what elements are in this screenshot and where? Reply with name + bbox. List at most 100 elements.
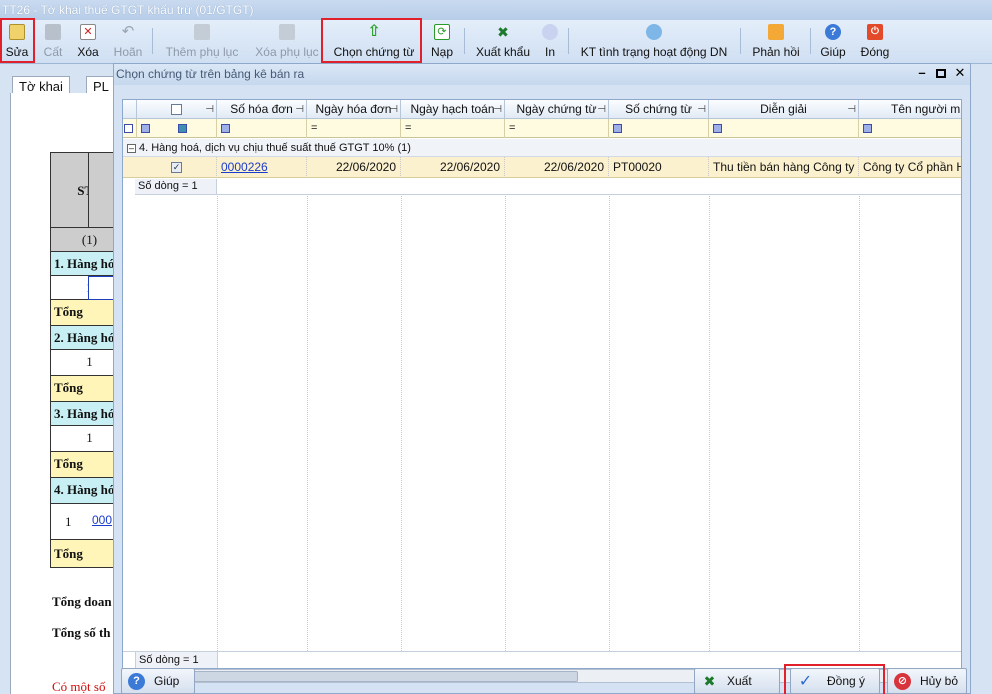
pin-icon[interactable]: ⊣ [847,100,856,118]
export-button[interactable]: ✖ Xuất khẩu [474,20,532,62]
group-row[interactable]: –4. Hàng hoá, dịch vụ chịu thuế suất thu… [123,139,961,157]
dialog-window-controls: – ✕ [916,66,966,80]
dialog-export-button[interactable]: ✖ Xuất khẩu [694,668,780,694]
filter-operator-icon[interactable] [178,123,187,133]
dialog-title-bar: Chọn chứng từ trên bảng kê bán ra – ✕ [114,64,970,85]
toolbar-separator [152,28,153,54]
remove-appendix-button[interactable]: Xóa phụ lục [252,20,322,62]
cell-description: Thu tiền bán hàng Công ty [709,157,859,178]
delete-icon: ✕ [80,24,96,40]
pin-icon[interactable]: ⊣ [295,100,304,118]
minimize-icon[interactable]: – [916,66,928,80]
filter-operator-icon[interactable] [863,123,872,133]
filter-description[interactable] [709,119,859,138]
grid-line [307,196,308,651]
filter-select[interactable] [137,119,217,138]
column-header-buyer[interactable]: Tên người mua [859,100,961,119]
undo-button[interactable]: ↶ Hoãn [110,20,146,62]
close-icon[interactable]: ✕ [954,66,966,80]
filter-buyer[interactable] [859,119,961,138]
cell-posting-date: 22/06/2020 [401,157,505,178]
column-header-invoice-no[interactable]: Số hóa đơn ⊣ [217,100,307,119]
reload-button[interactable]: ⟳ Nạp [428,20,456,62]
toolbar-separator [568,28,569,54]
check-status-button[interactable]: KT tình trạng hoạt động DN [578,20,730,62]
add-appendix-icon [194,24,210,40]
row-checkbox-cell[interactable]: ✓ [137,157,217,178]
window-title-bar: TT26 - Tờ khai thuế GTGT khấu trừ (01/GT… [0,0,992,20]
feedback-button[interactable]: Phản hồi [750,20,802,62]
grid-line [859,196,860,651]
print-button[interactable]: In [538,20,562,62]
warning-note: Có một số [52,679,106,694]
filter-row: = = = [123,119,961,138]
filter-invoice-no[interactable] [217,119,307,138]
pin-icon[interactable]: ⊣ [493,100,502,118]
toolbar-separator [464,28,465,54]
pin-icon[interactable]: ⊣ [389,100,398,118]
collapse-icon[interactable]: – [127,143,136,153]
close-app-button[interactable]: ⏻ Đóng [858,20,892,62]
column-header-posting-date[interactable]: Ngày hạch toán ⊣ [401,100,505,119]
scrollbar-thumb[interactable] [142,671,578,682]
save-icon [45,24,61,40]
filter-operator-icon[interactable] [713,123,722,133]
filter-operator-icon[interactable] [613,123,622,133]
filter-invoice-date[interactable]: = [307,119,401,138]
grid-line [609,196,610,651]
power-icon: ⏻ [867,24,883,40]
window-title: TT26 - Tờ khai thuế GTGT khấu trừ (01/GT… [2,3,254,17]
cancel-icon: ⊘ [894,673,911,690]
dialog-help-button[interactable]: ? Giúp [121,668,195,694]
toolbar-separator [810,28,811,54]
mail-icon [768,24,784,40]
undo-icon: ↶ [121,23,135,40]
column-header-voucher-date[interactable]: Ngày chứng từ ⊣ [505,100,609,119]
filter-posting-date[interactable]: = [401,119,505,138]
filter-operator-icon[interactable] [141,123,150,133]
column-header-voucher-no[interactable]: Số chứng từ ⊣ [609,100,709,119]
toolbar-separator [740,28,741,54]
save-button[interactable]: Cất [40,20,66,62]
cell-invoice-no[interactable]: 0000226 [217,157,307,178]
help-button[interactable]: ? Giúp [818,20,848,62]
pin-icon[interactable]: ⊣ [697,100,706,118]
grid-line [709,196,710,651]
cancel-button[interactable]: ⊘ Hủy bỏ [887,668,967,694]
filter-voucher-date[interactable]: = [505,119,609,138]
pin-icon[interactable]: ⊣ [205,100,214,118]
pin-icon[interactable]: ⊣ [597,100,606,118]
cell-buyer: Công ty Cổ phần Ho [863,160,962,174]
select-all-checkbox[interactable] [171,104,182,116]
clear-filter-icon[interactable] [123,119,137,138]
help-icon: ? [128,673,145,690]
total-revenue-label: Tổng doan [52,594,112,609]
choose-voucher-dialog: Chọn chứng từ trên bảng kê bán ra – ✕ ⊣ … [113,63,971,694]
cell-voucher-date: 22/06/2020 [505,157,609,178]
filter-voucher-no[interactable] [609,119,709,138]
maximize-icon[interactable] [936,69,946,78]
group-row-count: Số dòng = 1 [135,179,961,195]
dialog-title: Chọn chứng từ trên bảng kê bán ra [116,67,305,81]
grid-line [217,196,218,651]
total-tax-label: Tổng số th [52,625,111,640]
voucher-grid: ⊣ Số hóa đơn ⊣ Ngày hóa đơn ⊣ Ngày hạch to… [122,99,962,669]
main-toolbar: Sửa Cất ✕ Xóa ↶ Hoãn Thêm phụ lục Xóa ph… [0,18,992,64]
edit-button-highlight [0,18,35,63]
confirm-button-highlight [784,664,885,694]
invoice-link[interactable]: 000 [92,513,112,527]
choose-voucher-highlight [321,18,422,63]
help-icon: ? [825,24,841,40]
sheet-tabs: Tờ khai PL [0,64,120,95]
table-row[interactable]: ✓ 0000226 22/06/2020 22/06/2020 22/06/20… [123,157,962,178]
filter-operator-icon[interactable] [221,123,230,133]
excel-icon: ✖ [497,24,509,40]
checkbox-checked-icon[interactable]: ✓ [171,162,182,174]
delete-button[interactable]: ✕ Xóa [74,20,102,62]
column-header-invoice-date[interactable]: Ngày hóa đơn ⊣ [307,100,401,119]
column-header-description[interactable]: Diễn giải ⊣ [709,100,859,119]
add-appendix-button[interactable]: Thêm phụ lục [160,20,244,62]
row-indicator-header [123,100,137,119]
print-icon [542,24,558,40]
remove-appendix-icon [279,24,295,40]
